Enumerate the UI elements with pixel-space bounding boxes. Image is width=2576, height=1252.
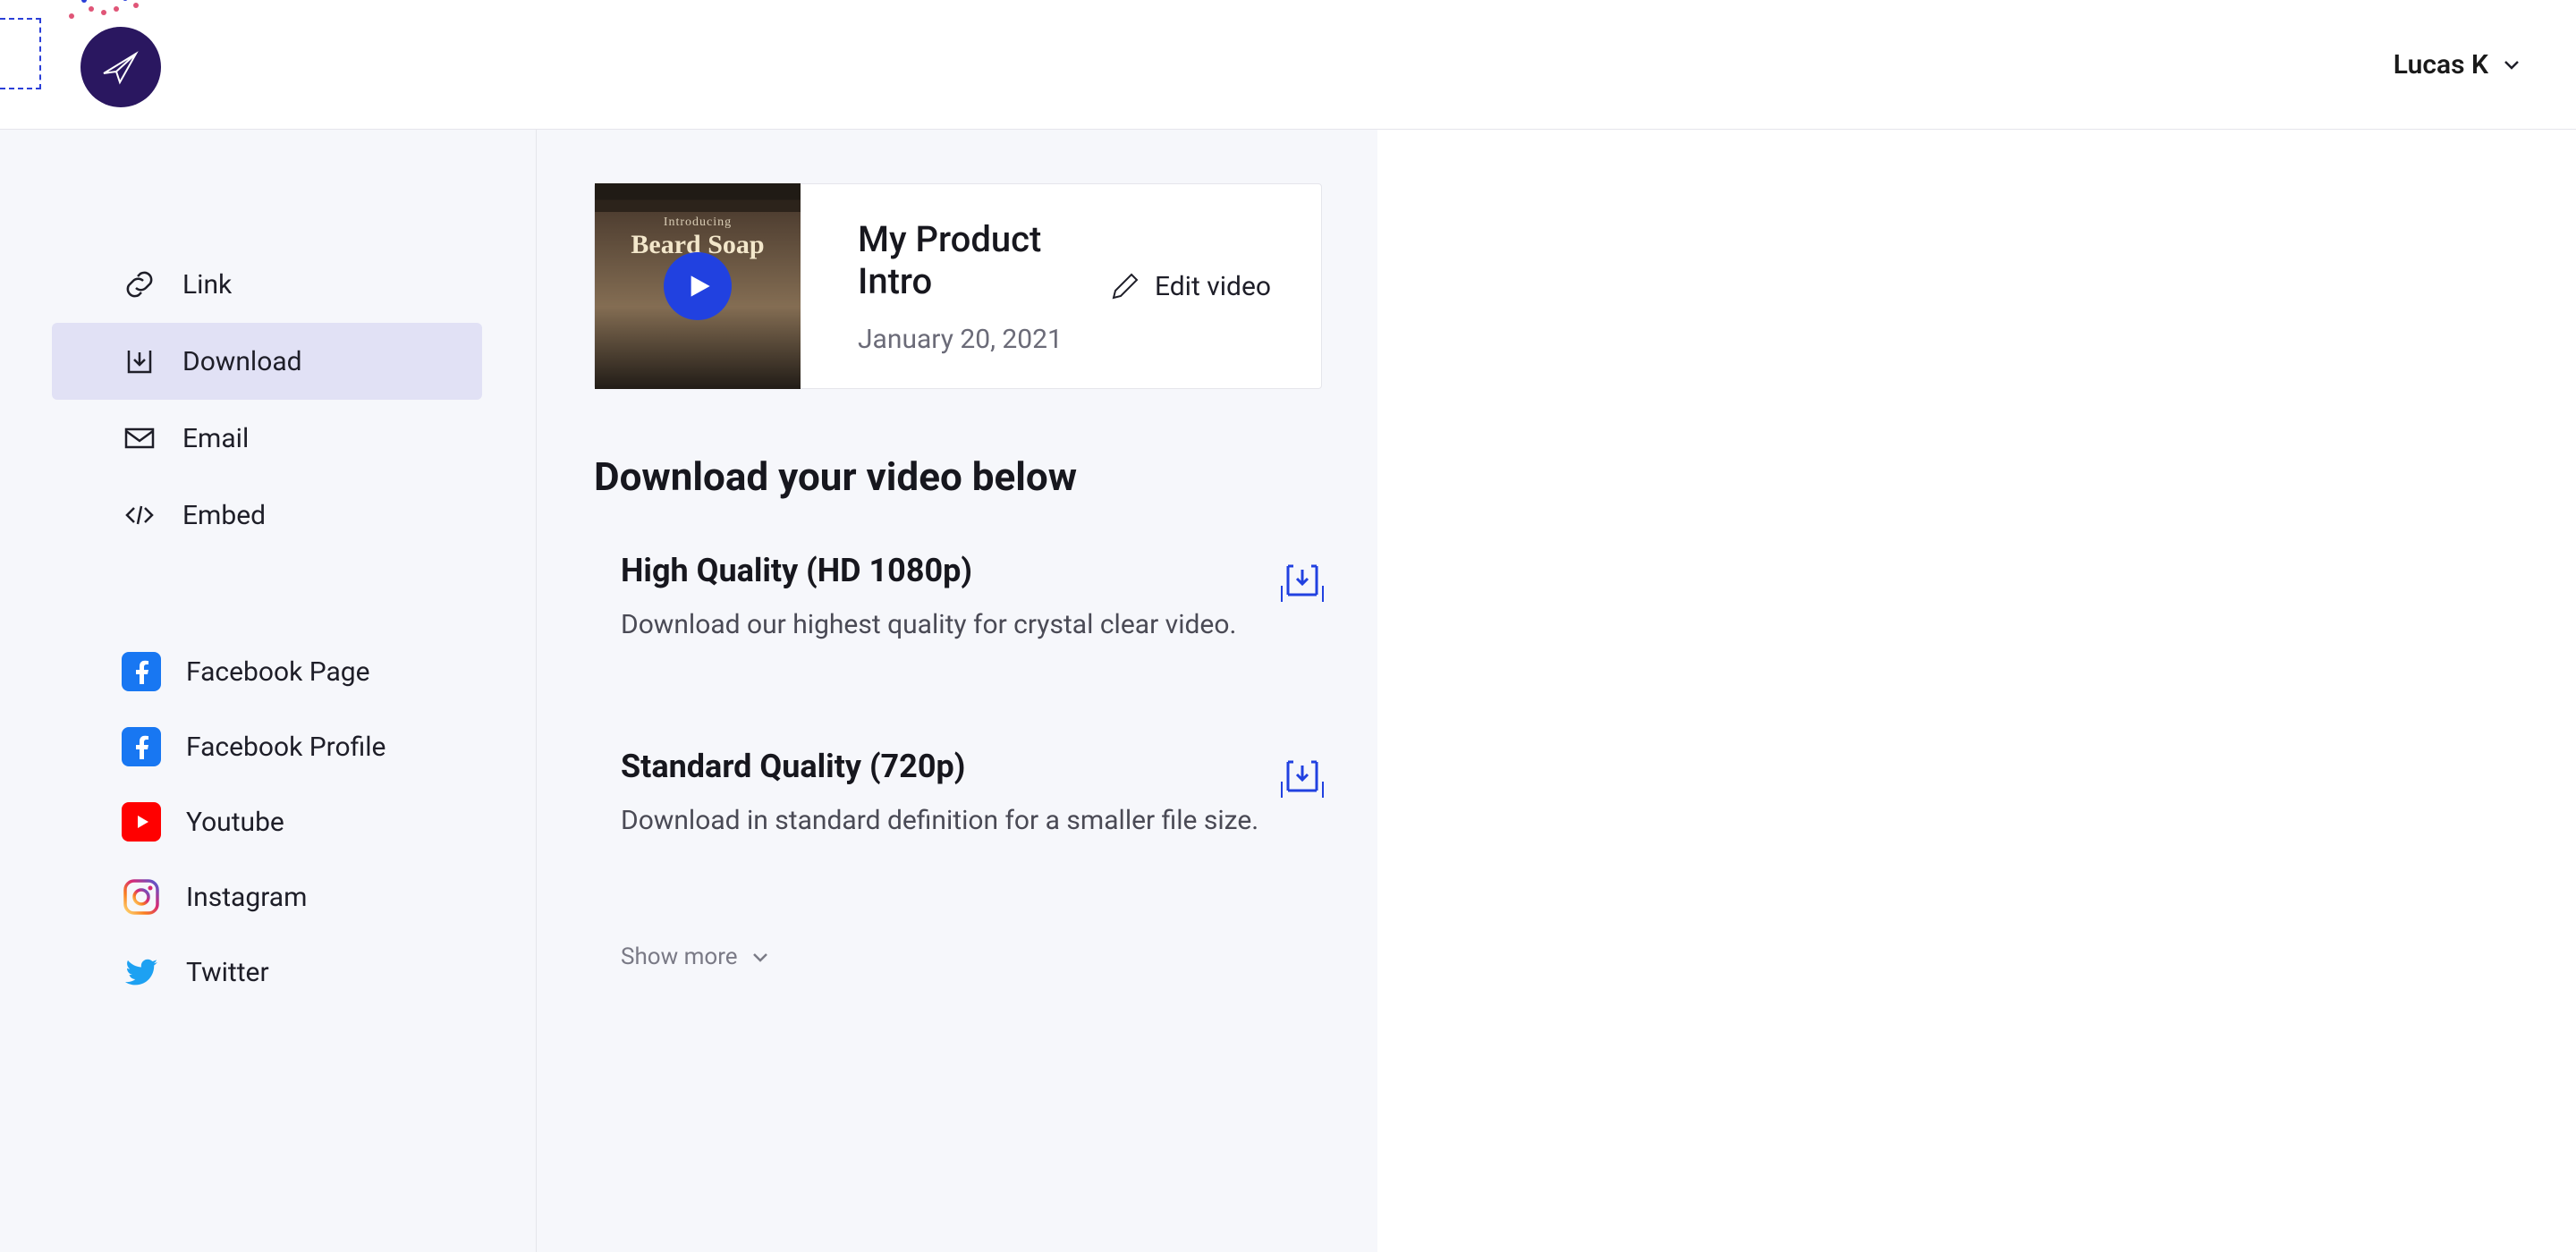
show-more-button[interactable]: Show more — [594, 943, 1322, 970]
download-icon — [122, 343, 157, 379]
download-bracket-icon — [1283, 757, 1322, 796]
sidebar-item-youtube[interactable]: Youtube — [52, 784, 482, 859]
sidebar-item-label: Twitter — [186, 957, 269, 988]
thumbnail-small-text: Introducing — [595, 216, 801, 230]
sidebar-item-label: Facebook Page — [186, 656, 370, 688]
sidebar-item-label: Youtube — [186, 807, 284, 838]
download-option-description: Download in standard definition for a sm… — [621, 805, 1283, 836]
decorative-dashed-box — [0, 18, 41, 89]
header-left — [0, 0, 268, 129]
twitter-icon — [122, 952, 161, 992]
sidebar-item-label: Embed — [182, 500, 266, 531]
video-meta: My Product Intro January 20, 2021 — [801, 218, 1110, 355]
app-logo[interactable] — [80, 27, 161, 107]
sidebar: Link Download Email Embed — [0, 130, 537, 1252]
show-more-label: Show more — [621, 943, 738, 970]
facebook-icon — [122, 727, 161, 766]
download-bracket-icon — [1283, 561, 1322, 600]
download-hd-button[interactable] — [1283, 561, 1322, 600]
download-option-sd: Standard Quality (720p) Download in stan… — [594, 748, 1322, 943]
user-name: Lucas K — [2394, 49, 2488, 80]
download-option-title: Standard Quality (720p) — [621, 748, 1283, 785]
youtube-icon — [122, 802, 161, 842]
sidebar-item-instagram[interactable]: Instagram — [52, 859, 482, 935]
video-card: Introducing Beard Soap My Product Intro … — [594, 183, 1322, 389]
embed-icon — [122, 497, 157, 533]
user-menu[interactable]: Lucas K — [2394, 49, 2522, 80]
link-icon — [122, 266, 157, 302]
download-option-hd: High Quality (HD 1080p) Download our hig… — [594, 552, 1322, 748]
chevron-down-icon — [2501, 54, 2522, 75]
paper-plane-icon — [100, 47, 141, 88]
sidebar-item-facebook-profile[interactable]: Facebook Profile — [52, 709, 482, 784]
download-sd-button[interactable] — [1283, 757, 1322, 796]
instagram-icon — [122, 877, 161, 917]
sidebar-item-twitter[interactable]: Twitter — [52, 935, 482, 1010]
play-button[interactable] — [664, 252, 732, 320]
app-header: Lucas K — [0, 0, 2576, 130]
video-title: My Product Intro — [858, 218, 1110, 302]
pencil-icon — [1110, 271, 1140, 301]
video-thumbnail[interactable]: Introducing Beard Soap — [595, 183, 801, 389]
right-blank-panel — [1377, 130, 2576, 1252]
chevron-down-icon — [750, 947, 770, 967]
sidebar-item-label: Instagram — [186, 882, 307, 913]
sidebar-item-label: Download — [182, 346, 302, 377]
download-option-description: Download our highest quality for crystal… — [621, 609, 1283, 640]
edit-video-label: Edit video — [1155, 271, 1271, 302]
download-section-heading: Download your video below — [594, 453, 1322, 500]
sidebar-item-embed[interactable]: Embed — [52, 477, 482, 554]
sidebar-item-label: Facebook Profile — [186, 732, 386, 763]
main-content: Introducing Beard Soap My Product Intro … — [537, 130, 1377, 1252]
video-date: January 20, 2021 — [858, 324, 1110, 355]
email-icon — [122, 420, 157, 456]
facebook-icon — [122, 652, 161, 691]
download-option-title: High Quality (HD 1080p) — [621, 552, 1283, 589]
sidebar-item-label: Link — [182, 269, 232, 300]
sidebar-item-email[interactable]: Email — [52, 400, 482, 477]
sidebar-item-facebook-page[interactable]: Facebook Page — [52, 634, 482, 709]
sidebar-item-label: Email — [182, 423, 249, 454]
play-icon — [687, 274, 712, 299]
sidebar-primary-group: Link Download Email Embed — [0, 246, 536, 554]
sidebar-item-link[interactable]: Link — [52, 246, 482, 323]
sidebar-item-download[interactable]: Download — [52, 323, 482, 400]
sidebar-social-group: Facebook Page Facebook Profile Youtube — [0, 634, 536, 1010]
edit-video-button[interactable]: Edit video — [1110, 271, 1321, 302]
